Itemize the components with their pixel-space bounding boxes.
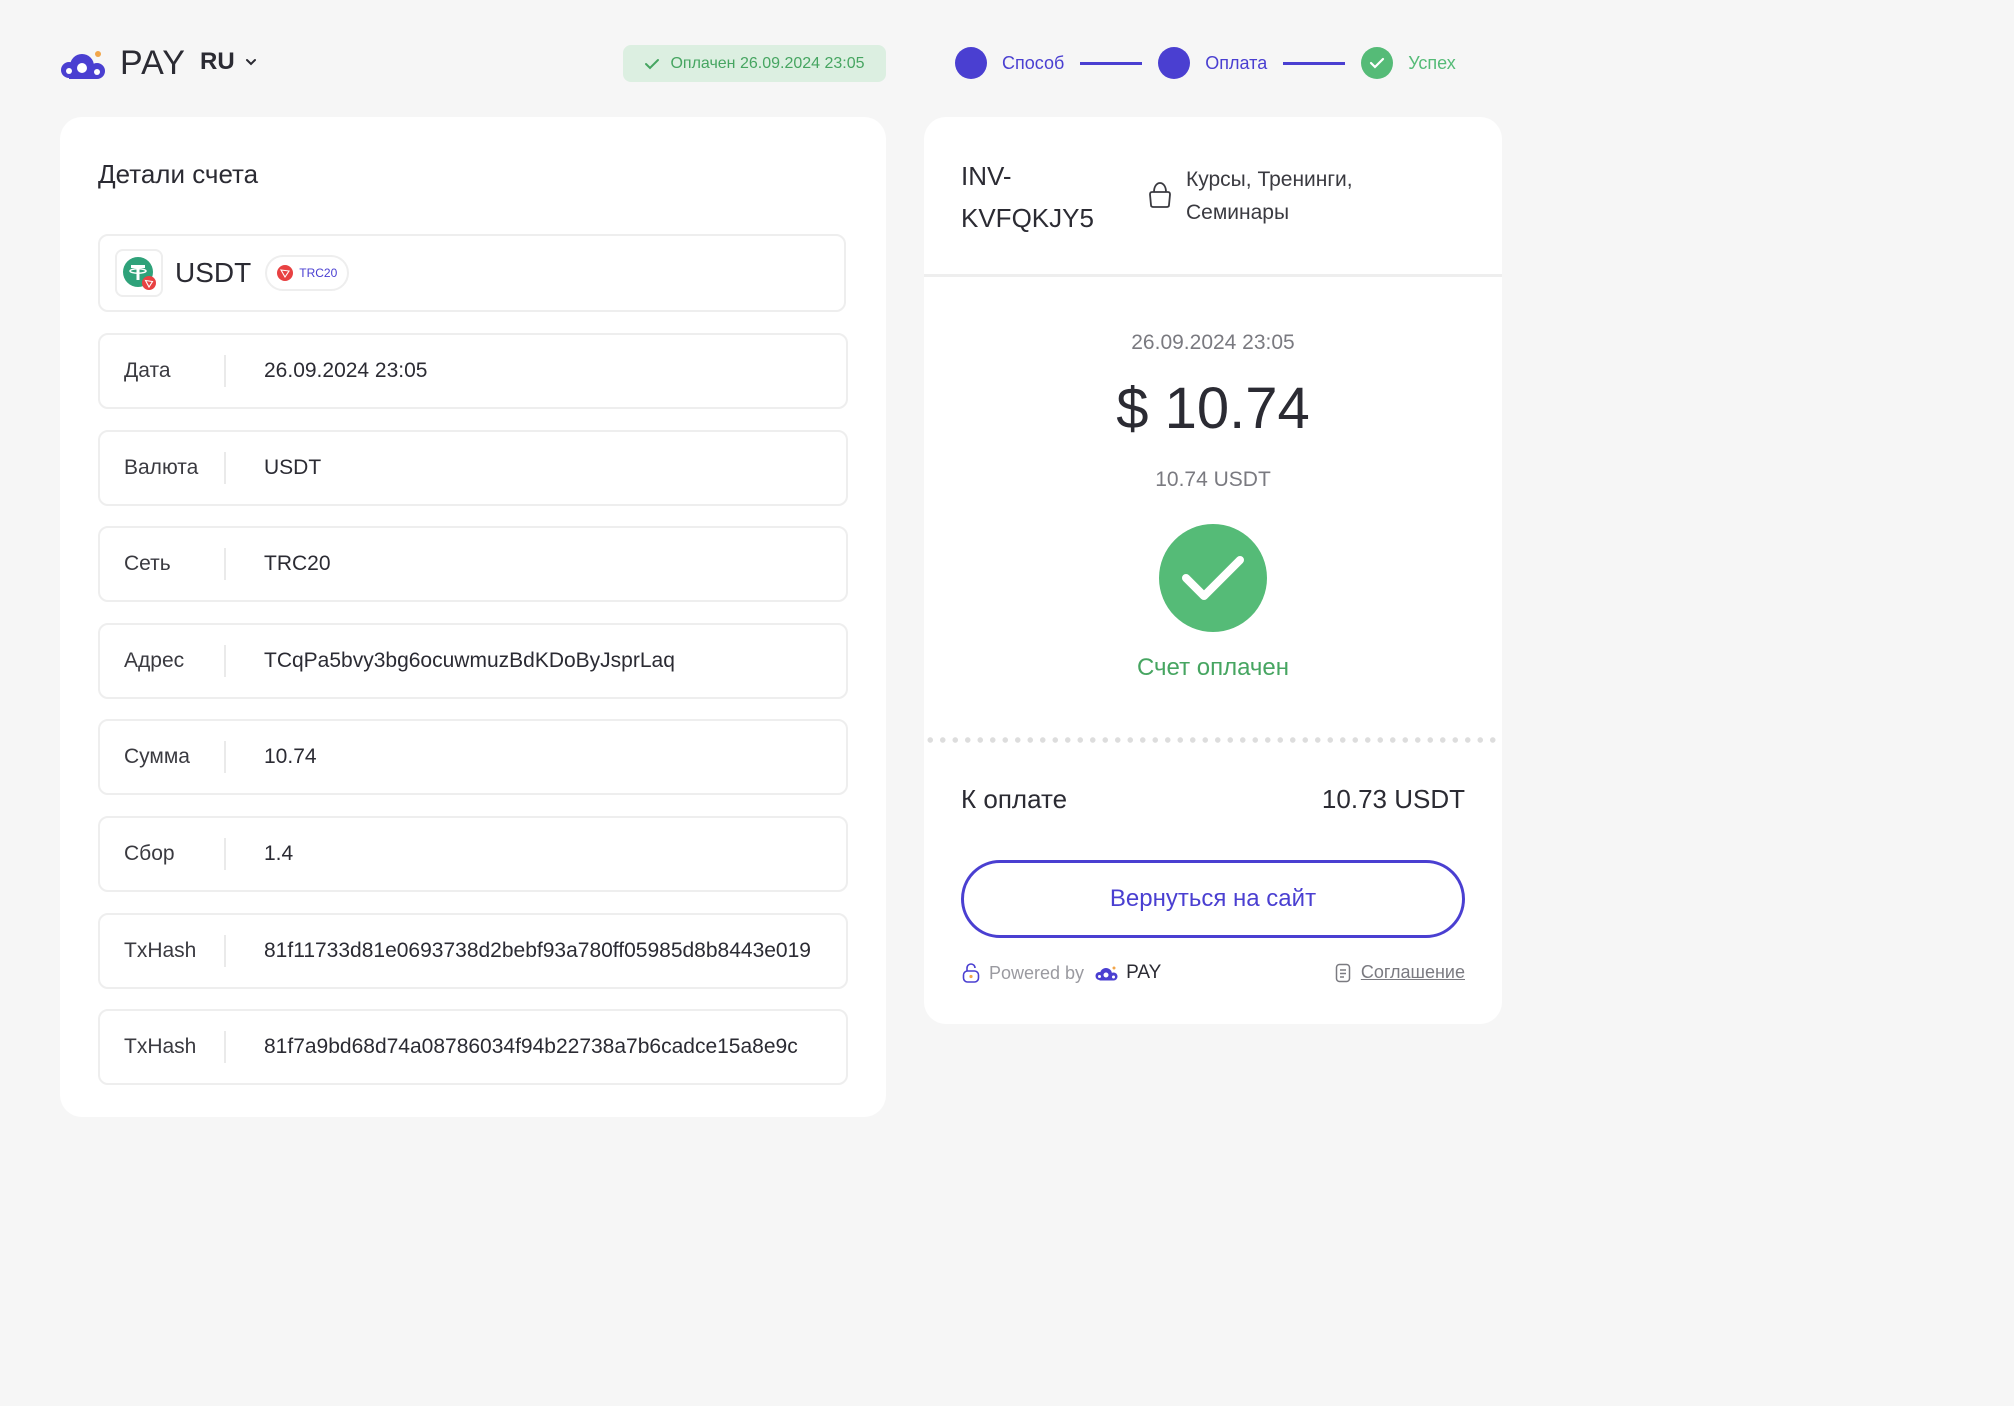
row-separator bbox=[224, 934, 226, 967]
cloud-logo-icon bbox=[1095, 966, 1118, 981]
step-dot-payment bbox=[1158, 47, 1191, 79]
step-dot-success bbox=[1361, 47, 1394, 79]
step-connector bbox=[1283, 61, 1346, 65]
detail-row-date: Дата 26.09.2024 23:05 bbox=[98, 333, 848, 409]
payment-amount: $ 10.74 bbox=[1116, 376, 1310, 441]
step-label-success: Успех bbox=[1408, 52, 1456, 73]
payment-status-text: Счет оплачен bbox=[1136, 654, 1290, 681]
detail-value: TRC20 bbox=[264, 552, 331, 576]
row-separator bbox=[224, 741, 226, 774]
asset-selector: USDT TRC20 bbox=[98, 234, 846, 312]
category-text: Курсы, Тренинги, Семинары bbox=[1186, 168, 1353, 224]
detail-value[interactable]: 81f11733d81e0693738d2bebf93a780ff05985d8… bbox=[264, 939, 814, 963]
powered-brand: PAY bbox=[1126, 962, 1162, 983]
coin-icon-wrapper bbox=[115, 249, 163, 297]
detail-row-txhash[interactable]: TxHash 81f11733d81e0693738d2bebf93a780ff… bbox=[98, 912, 848, 989]
network-chip-label: TRC20 bbox=[299, 266, 338, 280]
detail-label: Сбор bbox=[124, 841, 175, 865]
detail-row-network: Сеть TRC20 bbox=[98, 526, 848, 603]
agreement-text[interactable]: Соглашение bbox=[1361, 962, 1465, 983]
success-check-icon bbox=[1159, 524, 1267, 632]
payment-amount-crypto: 10.74 USDT bbox=[1155, 468, 1271, 491]
return-to-site-button[interactable]: Вернуться на сайт bbox=[961, 860, 1465, 938]
check-icon bbox=[1182, 556, 1244, 600]
row-separator bbox=[224, 355, 226, 387]
header-divider bbox=[924, 274, 1502, 277]
row-separator bbox=[224, 644, 226, 677]
paid-status-badge: Оплачен 26.09.2024 23:05 bbox=[623, 45, 886, 82]
detail-row-address[interactable]: Адрес TCqPa5bvy3bg6ocuwmuzBdKDoByJsprLaq bbox=[98, 622, 848, 699]
detail-label: Сумма bbox=[124, 745, 190, 769]
network-chip: TRC20 bbox=[265, 255, 350, 291]
step-dot-method bbox=[955, 47, 987, 79]
detail-value[interactable]: TCqPa5bvy3bg6ocuwmuzBdKDoByJsprLaq bbox=[264, 649, 814, 673]
row-separator bbox=[224, 837, 226, 870]
brand-logo[interactable]: PAY bbox=[60, 44, 186, 83]
detail-value: 26.09.2024 23:05 bbox=[264, 359, 428, 382]
details-title: Детали счета bbox=[98, 159, 259, 189]
tron-icon bbox=[277, 265, 294, 281]
row-separator bbox=[224, 548, 226, 581]
detail-value: USDT bbox=[264, 455, 322, 479]
brand-name: PAY bbox=[120, 44, 186, 82]
powered-by: Powered by PAY bbox=[961, 962, 1161, 984]
asset-name: USDT bbox=[175, 257, 252, 288]
bag-icon bbox=[1149, 182, 1171, 208]
agreement-link[interactable]: Соглашение bbox=[1335, 962, 1465, 983]
payment-date: 26.09.2024 23:05 bbox=[1131, 331, 1295, 354]
cloud-logo-icon bbox=[61, 50, 105, 79]
row-separator bbox=[224, 451, 226, 484]
detail-label: Дата bbox=[124, 359, 171, 382]
check-icon bbox=[1370, 57, 1385, 69]
detail-value: 10.74 bbox=[264, 745, 317, 769]
detail-label: TxHash bbox=[124, 938, 197, 962]
detail-row-txhash[interactable]: TxHash 81f7a9bd68d74a08786034f94b22738a7… bbox=[98, 1009, 848, 1086]
invoice-id: INV-KVFQKJY5 bbox=[961, 161, 1094, 233]
detail-value: 1.4 bbox=[264, 841, 294, 865]
check-icon bbox=[645, 58, 660, 69]
detail-row-amount: Сумма 10.74 bbox=[98, 719, 848, 796]
row-separator bbox=[224, 1031, 226, 1064]
detail-label: Адрес bbox=[124, 648, 185, 672]
step-label-payment: Оплата bbox=[1205, 52, 1268, 73]
progress-steps: Способ Оплата Успех bbox=[955, 47, 1456, 79]
to-pay-label: К оплате bbox=[961, 784, 1068, 814]
step-connector bbox=[1080, 61, 1143, 65]
tether-icon bbox=[123, 257, 156, 290]
detail-label: Сеть bbox=[124, 552, 171, 576]
to-pay-value: 10.73 USDT bbox=[1321, 784, 1465, 814]
details-rows: Дата 26.09.2024 23:05 Валюта USDT Сеть T… bbox=[98, 333, 848, 1106]
language-selector[interactable]: RU bbox=[200, 48, 257, 76]
paid-status-text: Оплачен 26.09.2024 23:05 bbox=[670, 54, 865, 72]
detail-label: Валюта bbox=[124, 455, 199, 479]
detail-row-currency: Валюта USDT bbox=[98, 429, 848, 506]
invoice-details-card: Детали счета USDT TRC20 Дата 26.09.2024 … bbox=[60, 117, 886, 1117]
payment-summary-card: INV-KVFQKJY5 Курсы, Тренинги, Семинары 2… bbox=[924, 117, 1502, 1024]
powered-by-text: Powered by bbox=[989, 962, 1085, 983]
detail-value[interactable]: 81f7a9bd68d74a08786034f94b22738a7b6cadce… bbox=[264, 1035, 814, 1059]
invoice-category: Курсы, Тренинги, Семинары bbox=[1148, 163, 1386, 229]
detail-label: TxHash bbox=[124, 1035, 197, 1059]
document-icon bbox=[1335, 963, 1351, 982]
language-code: RU bbox=[200, 48, 235, 75]
step-label-method: Способ bbox=[1002, 52, 1065, 73]
detail-row-fee: Сбор 1.4 bbox=[98, 815, 848, 892]
dotted-divider bbox=[924, 737, 1502, 743]
lock-icon bbox=[962, 963, 980, 983]
chevron-down-icon bbox=[245, 59, 256, 66]
